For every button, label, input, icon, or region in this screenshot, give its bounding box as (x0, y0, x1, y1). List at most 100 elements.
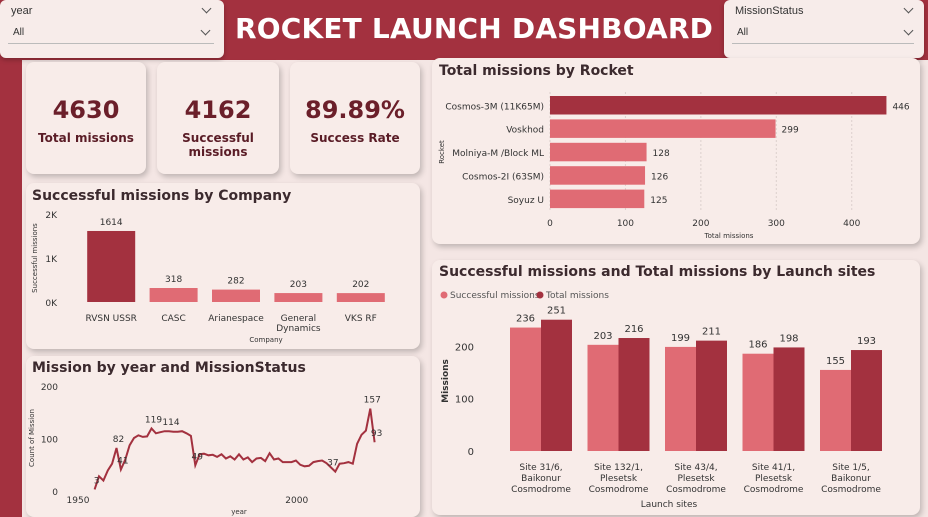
x-tick-label: Cosmodrome (511, 485, 571, 495)
x-tick-label: Cosmodrome (821, 485, 881, 495)
x-tick-label: RVSN USSR (85, 314, 137, 324)
x-tick-label: 0 (547, 219, 553, 229)
data-label: 299 (782, 126, 799, 136)
bar (550, 96, 887, 115)
data-label: 251 (547, 306, 566, 317)
x-tick-label: 2000 (285, 496, 308, 506)
bar (510, 327, 541, 451)
y-tick-label: 100 (455, 395, 474, 406)
data-label: 125 (650, 196, 667, 206)
x-tick-label: CASC (161, 314, 185, 324)
data-label: 203 (593, 331, 612, 342)
y-tick-label: 1K (45, 255, 58, 265)
y-axis-label: Successful missions (31, 223, 39, 293)
data-label: 203 (290, 280, 307, 290)
year-slicer-value[interactable]: All (13, 27, 24, 38)
missionstatus-slicer-value[interactable]: All (737, 27, 748, 38)
bar (212, 289, 260, 302)
kpi-card-total-missions: 4630 Total missions (26, 62, 146, 174)
bar (541, 319, 572, 451)
x-tick-label: Arianespace (208, 314, 264, 324)
x-axis-label: Company (249, 336, 282, 344)
year-slicer[interactable]: year All (0, 0, 224, 58)
kpi-value: 4162 (184, 96, 252, 124)
bar (149, 288, 198, 302)
data-label: 157 (364, 396, 381, 406)
x-tick-label: Site 41/1, (752, 463, 795, 473)
data-label: 236 (516, 314, 535, 325)
year-slicer-label: year (11, 5, 33, 17)
x-tick-label: Plesetsk (755, 474, 793, 484)
year-chart-card: Mission by year and MissionStatus 0 100 20… (26, 356, 420, 517)
missionstatus-slicer-underline (732, 43, 914, 44)
legend-label: Successful missions (450, 291, 540, 301)
data-label: 1614 (100, 218, 123, 228)
data-label: 202 (352, 280, 369, 290)
y-axis-label: Missions (441, 359, 451, 403)
y-tick-label: 0 (52, 488, 58, 498)
bar (550, 119, 776, 138)
data-label: 211 (702, 327, 721, 338)
bar (587, 344, 619, 451)
bar (820, 369, 851, 451)
kpi-caption: Successful missions (182, 131, 254, 159)
x-tick-label: 200 (692, 219, 709, 229)
year-dropdown-chevron-icon[interactable] (200, 25, 211, 36)
x-tick-label: Cosmodrome (589, 485, 649, 495)
missionstatus-slicer[interactable]: MissionStatus All (724, 0, 924, 58)
data-label: 198 (779, 333, 798, 344)
x-tick-label: 400 (843, 219, 860, 229)
kpi-card-success-rate: 89.89% Success Rate (290, 62, 420, 174)
year-chart: 0 100 200 1950 2000 Count of Mission year 3 82 41… (28, 383, 382, 516)
bar (851, 350, 882, 451)
sites-chart: Successful missions Total missions 0 100 200… (440, 291, 882, 510)
bar (618, 338, 650, 451)
x-tick-label: Site 1/5, (832, 463, 870, 473)
year-slicer-chevron-icon[interactable] (201, 3, 212, 14)
x-tick-label: Site 43/4, (674, 463, 717, 473)
data-label: 199 (671, 333, 690, 344)
y-axis-label: Count of Mission (28, 409, 36, 467)
y-tick-label: Cosmos-2I (63SM) (462, 172, 544, 182)
y-tick-label: 2K (45, 211, 58, 221)
y-tick-label: 200 (41, 383, 58, 393)
data-label: 93 (371, 429, 382, 439)
y-tick-label: Soyuz U (508, 196, 544, 206)
data-label: 128 (653, 149, 670, 159)
x-tick-label: Dynamics (276, 324, 321, 334)
y-tick-label: Molniya-M /Block ML (452, 149, 544, 159)
legend-marker (440, 291, 448, 299)
data-label: 318 (165, 275, 182, 285)
data-label: 216 (624, 324, 643, 335)
bar (550, 166, 646, 185)
x-tick-label: 300 (768, 219, 785, 229)
y-tick-label: Cosmos-3M (11K65M) (445, 102, 544, 112)
x-tick-label: 1950 (67, 496, 90, 506)
x-tick-label: Plesetsk (677, 474, 715, 484)
bar (773, 347, 805, 451)
data-label: 37 (327, 459, 338, 469)
missionstatus-dropdown-chevron-icon[interactable] (903, 25, 914, 36)
x-tick-label: Cosmodrome (666, 485, 726, 495)
y-tick-label: 0K (45, 299, 58, 309)
x-tick-label: Site 31/6, (519, 463, 562, 473)
data-label: 114 (162, 418, 179, 428)
bar (550, 142, 647, 162)
y-axis-label: Rocket (438, 140, 446, 164)
data-label: 193 (857, 336, 876, 347)
y-tick-label: 200 (455, 342, 474, 353)
data-label: 126 (651, 172, 668, 182)
year-slicer-underline (8, 43, 214, 44)
y-tick-label: 100 (41, 436, 58, 446)
data-label: 155 (826, 356, 845, 367)
sites-chart-card: Successful missions and Total missions b… (432, 260, 920, 515)
series-line (93, 408, 376, 490)
company-chart: 0K 1K 2K Successful missions 1614 RVSN USSR 31… (31, 211, 385, 344)
data-label: 49 (192, 452, 204, 462)
bar (87, 230, 136, 302)
rocket-chart: 0 100 200 300 400 Total missions Rocket 446 Cosm… (438, 92, 910, 240)
bar (742, 353, 774, 451)
missionstatus-slicer-chevron-icon[interactable] (903, 3, 914, 14)
data-label: 282 (227, 277, 244, 287)
data-label: 82 (113, 435, 124, 445)
